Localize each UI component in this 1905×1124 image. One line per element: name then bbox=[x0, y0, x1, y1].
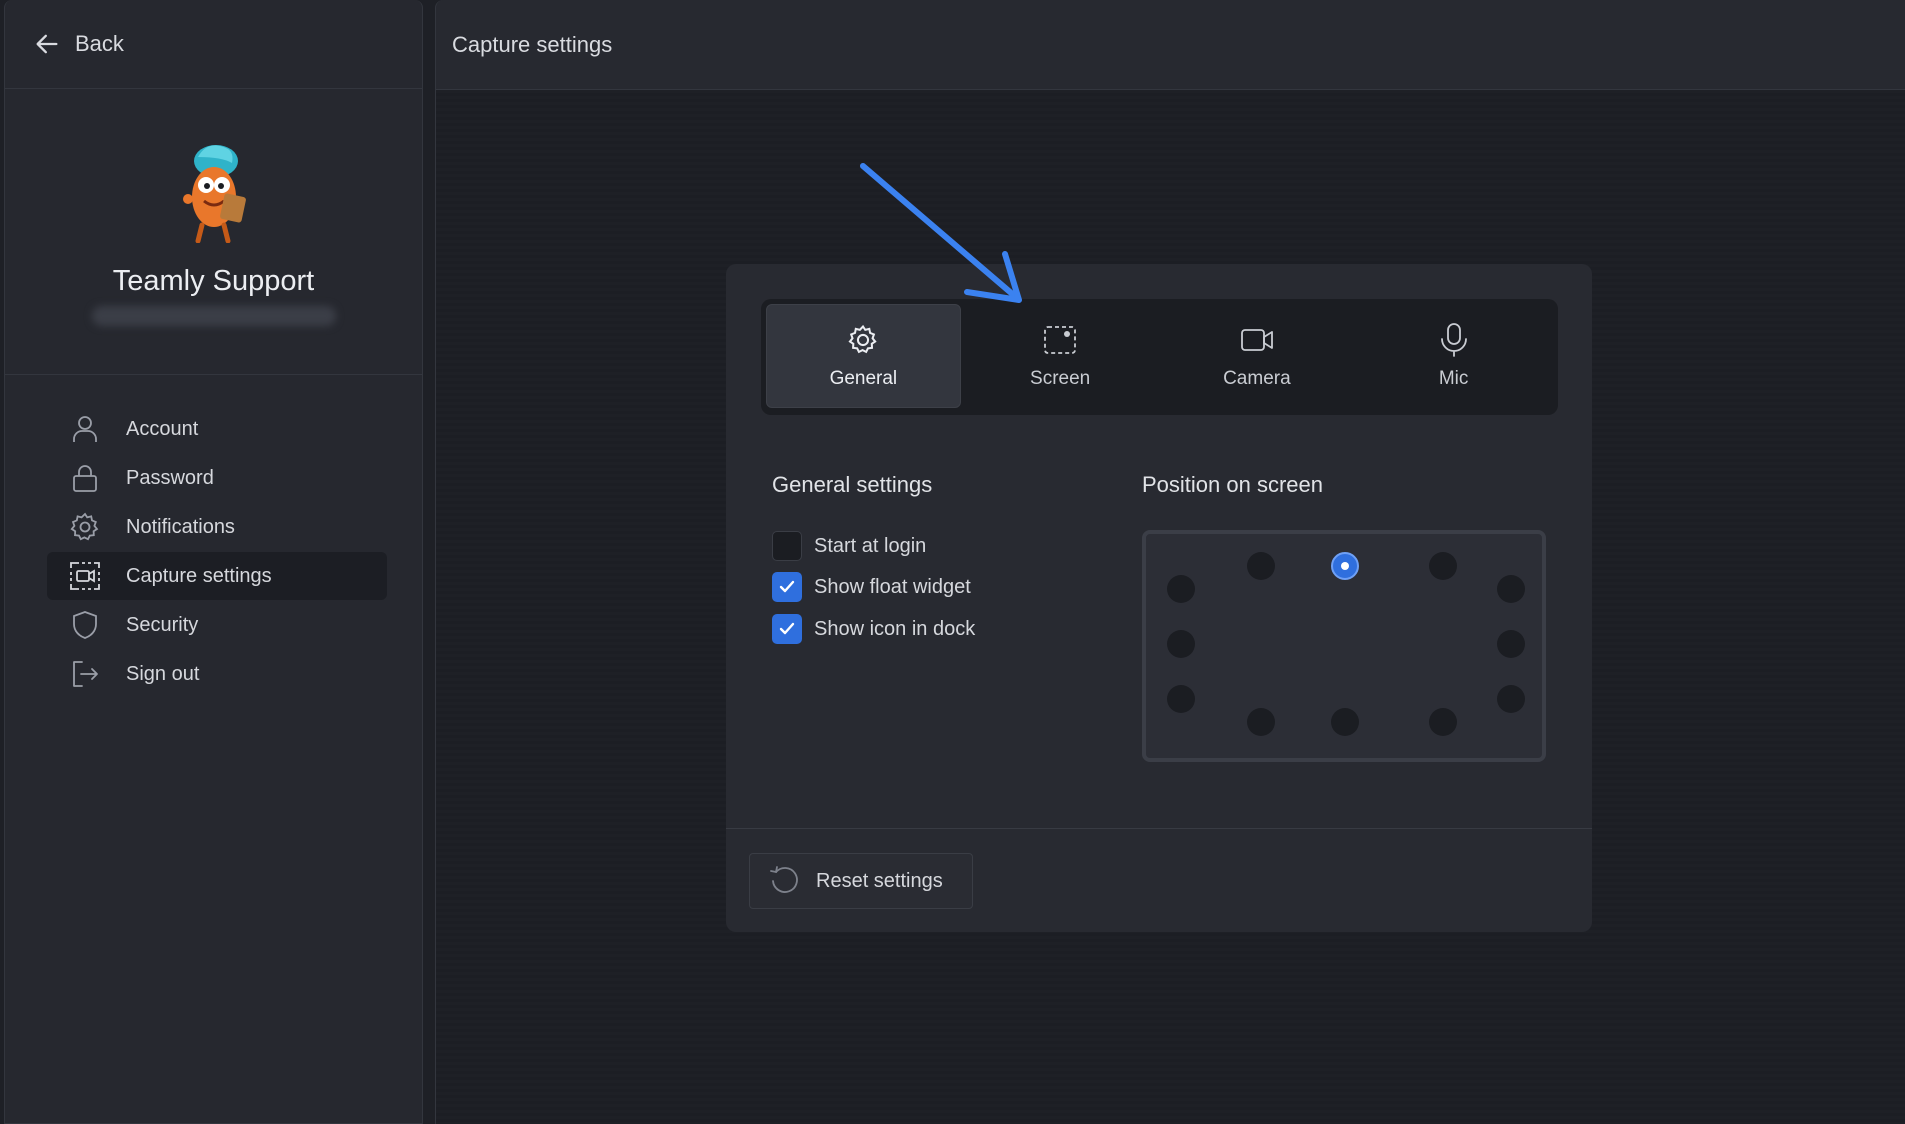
sidebar-item-security[interactable]: Security bbox=[47, 601, 387, 649]
option-start-at-login[interactable]: Start at login bbox=[772, 531, 926, 561]
show-icon-in-dock-checkbox[interactable] bbox=[772, 614, 802, 644]
capture-settings-card: General Screen Camera Mic General settin… bbox=[726, 264, 1592, 932]
gear-icon bbox=[848, 324, 878, 354]
sidebar-item-password[interactable]: Password bbox=[47, 454, 387, 502]
sidebar-item-label: Security bbox=[126, 613, 199, 636]
avatar bbox=[182, 145, 246, 243]
profile: Teamly Support bbox=[5, 89, 422, 375]
position-top-right[interactable] bbox=[1497, 575, 1525, 603]
position-bottom-right[interactable] bbox=[1497, 685, 1525, 713]
position-bottom-center[interactable] bbox=[1331, 708, 1359, 736]
shield-icon bbox=[73, 611, 97, 639]
reset-settings-button[interactable]: Reset settings bbox=[749, 853, 973, 909]
option-label: Show float widget bbox=[814, 575, 971, 598]
annotation-arrow-icon bbox=[860, 163, 1022, 303]
gear-icon bbox=[70, 512, 99, 541]
sidebar-item-label: Notifications bbox=[126, 515, 235, 538]
sidebar-item-notifications[interactable]: Notifications bbox=[47, 503, 387, 551]
capture-tabs: General Screen Camera Mic bbox=[761, 299, 1558, 415]
page-title: Capture settings bbox=[452, 31, 613, 57]
card-divider bbox=[726, 828, 1592, 829]
mic-icon bbox=[1440, 323, 1467, 357]
position-title: Position on screen bbox=[1142, 472, 1323, 497]
arrow-left-icon bbox=[36, 34, 58, 54]
start-at-login-checkbox[interactable] bbox=[772, 531, 802, 561]
position-top-right-inner[interactable] bbox=[1429, 552, 1457, 580]
tab-camera[interactable]: Camera bbox=[1160, 304, 1355, 408]
capture-icon bbox=[70, 562, 100, 590]
position-middle-left[interactable] bbox=[1167, 630, 1195, 658]
position-top-left-inner[interactable] bbox=[1247, 552, 1275, 580]
sign-out-icon bbox=[73, 661, 98, 687]
profile-email-redacted bbox=[91, 306, 336, 326]
sidebar-item-sign-out[interactable]: Sign out bbox=[47, 650, 387, 698]
checkmark-icon bbox=[779, 622, 795, 635]
position-top-center[interactable] bbox=[1331, 552, 1359, 580]
sidebar-item-label: Password bbox=[126, 466, 214, 489]
tab-label: Mic bbox=[1438, 368, 1469, 389]
checkmark-icon bbox=[779, 580, 795, 593]
general-settings-title: General settings bbox=[772, 472, 933, 497]
tab-general[interactable]: General bbox=[766, 304, 961, 408]
back-label: Back bbox=[75, 31, 124, 56]
tab-label: Camera bbox=[1223, 368, 1291, 389]
sidebar-item-capture-settings[interactable]: Capture settings bbox=[47, 552, 387, 600]
camera-icon bbox=[1240, 329, 1273, 351]
tab-screen[interactable]: Screen bbox=[963, 304, 1158, 408]
position-top-left[interactable] bbox=[1167, 575, 1195, 603]
option-label: Show icon in dock bbox=[814, 617, 976, 640]
tab-label: Screen bbox=[1030, 368, 1091, 389]
settings-nav: Account Password Notifications Capture s… bbox=[5, 375, 422, 698]
header: Capture settings bbox=[435, 0, 1905, 90]
position-bottom-left[interactable] bbox=[1167, 685, 1195, 713]
tab-label: General bbox=[829, 368, 898, 389]
screen-select-icon bbox=[1044, 326, 1077, 354]
sidebar-item-account[interactable]: Account bbox=[47, 405, 387, 453]
user-icon bbox=[73, 416, 97, 442]
option-show-icon-in-dock[interactable]: Show icon in dock bbox=[772, 614, 975, 644]
profile-name: Teamly Support bbox=[112, 265, 315, 297]
reset-label: Reset settings bbox=[816, 869, 943, 892]
sidebar-item-label: Capture settings bbox=[126, 564, 272, 587]
sidebar-item-label: Sign out bbox=[126, 662, 200, 685]
sidebar-item-label: Account bbox=[126, 417, 199, 440]
position-middle-right[interactable] bbox=[1497, 630, 1525, 658]
show-float-widget-checkbox[interactable] bbox=[772, 572, 802, 602]
position-bottom-left-inner[interactable] bbox=[1247, 708, 1275, 736]
option-label: Start at login bbox=[814, 534, 927, 557]
lock-icon bbox=[73, 465, 97, 492]
back-button[interactable]: Back bbox=[5, 0, 422, 89]
sidebar: Back Teamly Support Account Password Not… bbox=[4, 0, 423, 1124]
tab-mic[interactable]: Mic bbox=[1356, 304, 1551, 408]
reset-icon bbox=[770, 866, 798, 893]
position-picker bbox=[1142, 530, 1546, 762]
option-show-float-widget[interactable]: Show float widget bbox=[772, 572, 971, 602]
position-bottom-right-inner[interactable] bbox=[1429, 708, 1457, 736]
